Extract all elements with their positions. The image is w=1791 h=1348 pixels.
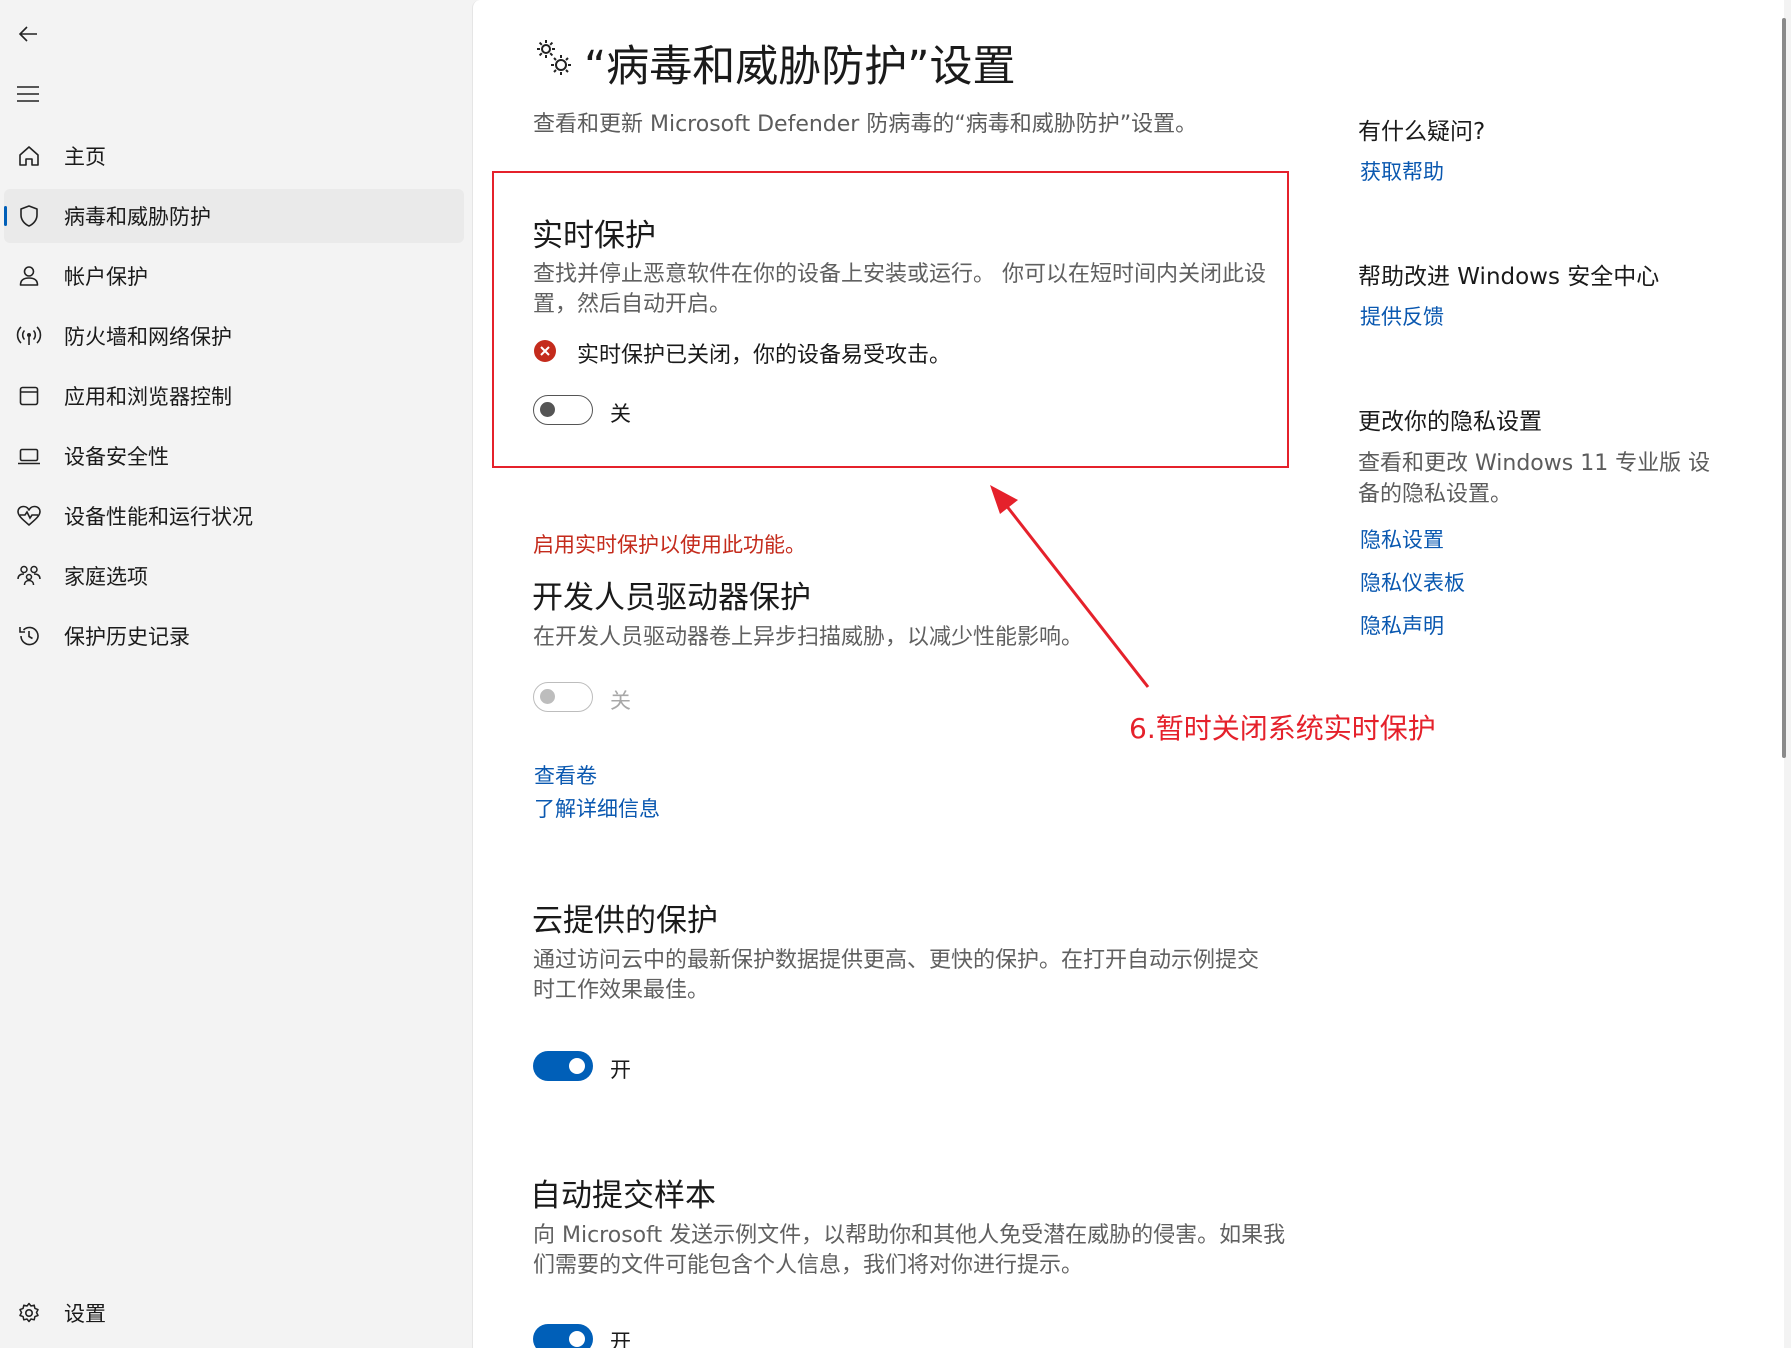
sidebar-item-home[interactable]: 主页 — [4, 129, 464, 183]
sidebar-item-label: 设置 — [64, 1302, 106, 1326]
history-icon — [14, 621, 44, 651]
toggle-knob — [569, 1331, 585, 1347]
realtime-status-text: 实时保护已关闭，你的设备易受攻击。 — [577, 343, 952, 368]
devdrive-toggle-label: 关 — [610, 689, 631, 713]
sidebar-item-label: 防火墙和网络保护 — [64, 325, 232, 349]
sidebar-item-device-security[interactable]: 设备安全性 — [4, 429, 464, 483]
wireless-icon — [14, 321, 44, 351]
questions-heading: 有什么疑问? — [1358, 119, 1486, 145]
annotation-arrow — [990, 485, 1150, 688]
sidebar-item-app-browser[interactable]: 应用和浏览器控制 — [4, 369, 464, 423]
toggle-knob — [540, 689, 555, 704]
cloud-toggle-label: 开 — [610, 1058, 631, 1082]
sidebar-item-label: 应用和浏览器控制 — [64, 385, 232, 409]
realtime-toggle-label: 关 — [610, 402, 631, 426]
devdrive-protection-toggle[interactable] — [533, 682, 593, 712]
heart-pulse-icon — [14, 501, 44, 531]
sidebar-item-label: 设备性能和运行状况 — [64, 505, 253, 529]
sidebar-item-settings[interactable]: 设置 — [4, 1286, 464, 1340]
sidebar-item-label: 设备安全性 — [64, 445, 169, 469]
sidebar-item-label: 病毒和威胁防护 — [64, 205, 211, 229]
sample-submission-desc: 向 Microsoft 发送示例文件，以帮助你和其他人免受潜在威胁的侵害。如果我… — [533, 1223, 1286, 1278]
page-title: “病毒和威胁防护”设置 — [584, 42, 1016, 92]
feedback-link[interactable]: 提供反馈 — [1360, 301, 1444, 331]
sidebar-item-virus-protection[interactable]: 病毒和威胁防护 — [4, 189, 464, 243]
home-icon — [14, 141, 44, 171]
sidebar-item-history[interactable]: 保护历史记录 — [4, 609, 464, 663]
browser-window-icon — [14, 381, 44, 411]
hamburger-menu-icon — [17, 86, 39, 102]
sample-submission-title: 自动提交样本 — [530, 1178, 716, 1214]
sidebar-item-device-performance[interactable]: 设备性能和运行状况 — [4, 489, 464, 543]
sidebar-item-label: 主页 — [64, 145, 106, 169]
sidebar-item-family[interactable]: 家庭选项 — [4, 549, 464, 603]
get-help-link[interactable]: 获取帮助 — [1360, 156, 1444, 186]
error-x-icon — [533, 339, 557, 367]
sidebar-item-label: 帐户保护 — [64, 265, 148, 289]
menu-button[interactable] — [6, 72, 50, 116]
cloud-protection-desc: 通过访问云中的最新保护数据提供更高、更快的保护。在打开自动示例提交时工作效果最佳… — [533, 948, 1260, 1003]
sidebar-item-label: 家庭选项 — [64, 565, 148, 589]
toggle-knob — [569, 1058, 585, 1074]
realtime-protection-toggle[interactable] — [533, 395, 593, 425]
back-arrow-icon — [18, 26, 37, 42]
sidebar: 主页 病毒和威胁防护 帐户保护 防火墙和网络保护 应用和浏览器控制 设备安全性 — [0, 0, 472, 1348]
sample-toggle-label: 开 — [610, 1330, 631, 1348]
sidebar-item-label: 保护历史记录 — [64, 625, 190, 649]
privacy-settings-link[interactable]: 隐私设置 — [1360, 524, 1444, 554]
gears-icon — [533, 36, 575, 82]
sidebar-item-firewall[interactable]: 防火墙和网络保护 — [4, 309, 464, 363]
privacy-dashboard-link[interactable]: 隐私仪表板 — [1360, 567, 1465, 597]
privacy-heading: 更改你的隐私设置 — [1358, 409, 1542, 435]
laptop-icon — [14, 441, 44, 471]
privacy-statement-link[interactable]: 隐私声明 — [1360, 610, 1444, 640]
improve-heading: 帮助改进 Windows 安全中心 — [1358, 264, 1660, 290]
realtime-protection-desc: 查找并停止恶意软件在你的设备上安装或运行。 你可以在短时间内关闭此设置，然后自动… — [533, 262, 1266, 317]
realtime-protection-title: 实时保护 — [532, 218, 656, 254]
privacy-desc: 查看和更改 Windows 11 专业版 设备的隐私设置。 — [1358, 451, 1711, 507]
gear-icon — [14, 1298, 44, 1328]
devdrive-protection-title: 开发人员驱动器保护 — [532, 580, 811, 616]
scrollbar[interactable] — [1782, 18, 1786, 758]
person-icon — [14, 261, 44, 291]
back-button[interactable] — [6, 12, 50, 56]
sidebar-item-account[interactable]: 帐户保护 — [4, 249, 464, 303]
shield-icon — [14, 201, 44, 231]
family-icon — [14, 561, 44, 591]
toggle-knob — [540, 402, 555, 417]
annotation-text: 6.暂时关闭系统实时保护 — [1129, 712, 1436, 745]
sample-submission-toggle[interactable] — [533, 1324, 593, 1348]
cloud-protection-toggle[interactable] — [533, 1051, 593, 1081]
devdrive-protection-desc: 在开发人员驱动器卷上异步扫描威胁，以减少性能影响。 — [533, 625, 1084, 650]
cloud-protection-title: 云提供的保护 — [532, 903, 718, 939]
learn-more-link[interactable]: 了解详细信息 — [534, 793, 660, 823]
page-subtitle: 查看和更新 Microsoft Defender 防病毒的“病毒和威胁防护”设置… — [533, 112, 1198, 137]
devdrive-warning: 启用实时保护以使用此功能。 — [533, 533, 806, 557]
view-volumes-link[interactable]: 查看卷 — [534, 760, 597, 790]
